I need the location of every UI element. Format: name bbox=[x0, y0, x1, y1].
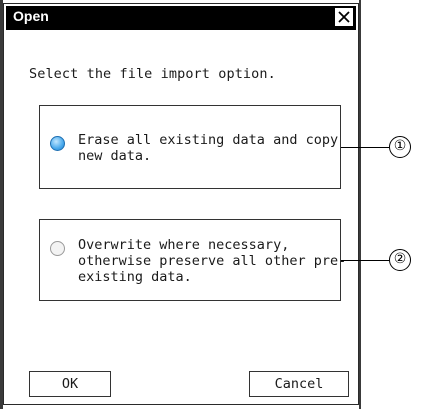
ok-button[interactable]: OK bbox=[29, 371, 111, 397]
cancel-button[interactable]: Cancel bbox=[249, 371, 349, 397]
dialog-prompt: Select the file import option. bbox=[29, 66, 276, 82]
radio-selected-icon[interactable] bbox=[50, 136, 65, 151]
callout-leader-line bbox=[341, 147, 389, 148]
right-frame-edge bbox=[359, 0, 361, 409]
callout-leader-line bbox=[341, 260, 389, 261]
open-dialog bbox=[3, 3, 359, 405]
callout-marker-2: ② bbox=[389, 249, 411, 271]
import-option-erase[interactable]: Erase all existing data and copy new dat… bbox=[39, 105, 341, 189]
dialog-title: Open bbox=[13, 8, 49, 24]
import-option-overwrite[interactable]: Overwrite where necessary, otherwise pre… bbox=[39, 219, 346, 301]
radio-unselected-icon[interactable] bbox=[50, 241, 65, 256]
close-button[interactable] bbox=[335, 8, 353, 26]
option-label: Erase all existing data and copy new dat… bbox=[78, 132, 339, 164]
option-label: Overwrite where necessary, otherwise pre… bbox=[78, 237, 347, 285]
close-icon bbox=[338, 11, 350, 23]
dialog-titlebar: Open bbox=[6, 6, 356, 30]
callout-marker-1: ① bbox=[389, 136, 411, 158]
